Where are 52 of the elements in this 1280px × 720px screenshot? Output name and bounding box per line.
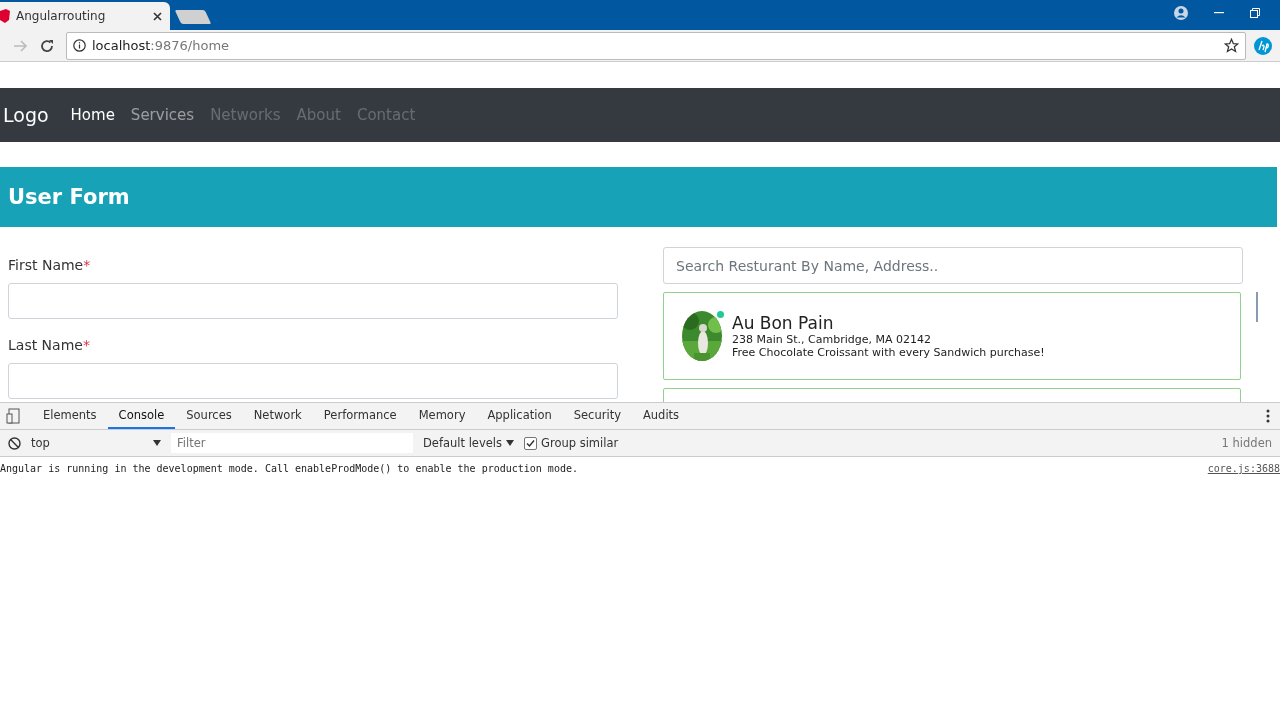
info-icon <box>73 39 86 52</box>
filter-field[interactable]: Filter <box>171 433 413 453</box>
reload-icon[interactable] <box>40 38 54 53</box>
required-mark: * <box>83 257 91 273</box>
star-icon[interactable] <box>1224 38 1239 53</box>
restaurant-card[interactable]: Au Bon Pain 238 Main St., Cambridge, MA 02142 Free Chocolate Croissant with every Sandwich purchase! <box>663 292 1241 380</box>
shield-icon <box>0 9 10 23</box>
device-toggle-icon[interactable] <box>6 408 22 424</box>
scrollbar[interactable] <box>1256 292 1258 322</box>
source-link[interactable]: core.js:3688 <box>1207 463 1280 474</box>
more-icon[interactable] <box>1266 409 1270 423</box>
nav-link[interactable]: Services <box>130 106 195 124</box>
devtools-tab[interactable]: Audits <box>631 403 691 429</box>
brand-logo[interactable]: Logo <box>3 104 49 126</box>
browser-tab[interactable]: Angularrouting <box>0 2 170 30</box>
checkbox-label: Group similar <box>541 436 619 450</box>
field-label: First Name <box>8 257 84 273</box>
devtools-tab[interactable]: Security <box>562 403 632 429</box>
console-message: Angular is running in the development mode. Call enableProdMode() to enable the production mode. <box>0 463 578 474</box>
nav-link[interactable]: Home <box>70 106 115 124</box>
devtools-tab[interactable]: Console <box>107 403 176 429</box>
restaurant-address: 238 Main St., Cambridge, MA 02142 <box>732 333 932 346</box>
search-field[interactable]: Search Resturant By Name, Address.. <box>663 247 1243 284</box>
tab-title: Angularrouting <box>16 9 107 23</box>
restaurant-name: Au Bon Pain <box>732 313 835 333</box>
minimize-icon[interactable] <box>1214 12 1224 14</box>
input-field[interactable] <box>8 283 618 319</box>
context-select[interactable]: top <box>31 436 161 450</box>
checkbox[interactable] <box>524 436 537 450</box>
required-mark: * <box>82 337 90 353</box>
restore-icon[interactable] <box>1250 8 1260 18</box>
caret-icon <box>506 440 514 446</box>
devtools-tab[interactable]: Performance <box>312 403 408 429</box>
field-label: Last Name <box>8 337 83 353</box>
devtools-tab[interactable]: Memory <box>407 403 477 429</box>
new-tab-button[interactable] <box>174 10 212 24</box>
url-text: localhost:9876/home <box>92 38 230 53</box>
profile-icon[interactable] <box>1174 6 1188 20</box>
form-title: User Form <box>8 185 130 209</box>
devtools-tab[interactable]: Application <box>476 403 563 429</box>
input-field[interactable] <box>8 363 618 399</box>
hidden-count: 1 hidden <box>1221 436 1272 450</box>
address-bar[interactable]: localhost:9876/home <box>66 31 1246 60</box>
restaurant-offer: Free Chocolate Croissant with every Sandwich purchase! <box>732 346 1045 359</box>
devtools-tab[interactable]: Elements <box>32 403 108 429</box>
devtools-tab[interactable]: Network <box>242 403 313 429</box>
devtools-tab[interactable]: Sources <box>175 403 243 429</box>
caret-icon <box>153 440 161 446</box>
clear-console-icon[interactable] <box>8 436 21 450</box>
close-icon[interactable] <box>153 11 162 21</box>
levels-dropdown[interactable]: Default levels <box>423 436 514 450</box>
extension-icon[interactable] <box>1254 36 1272 55</box>
